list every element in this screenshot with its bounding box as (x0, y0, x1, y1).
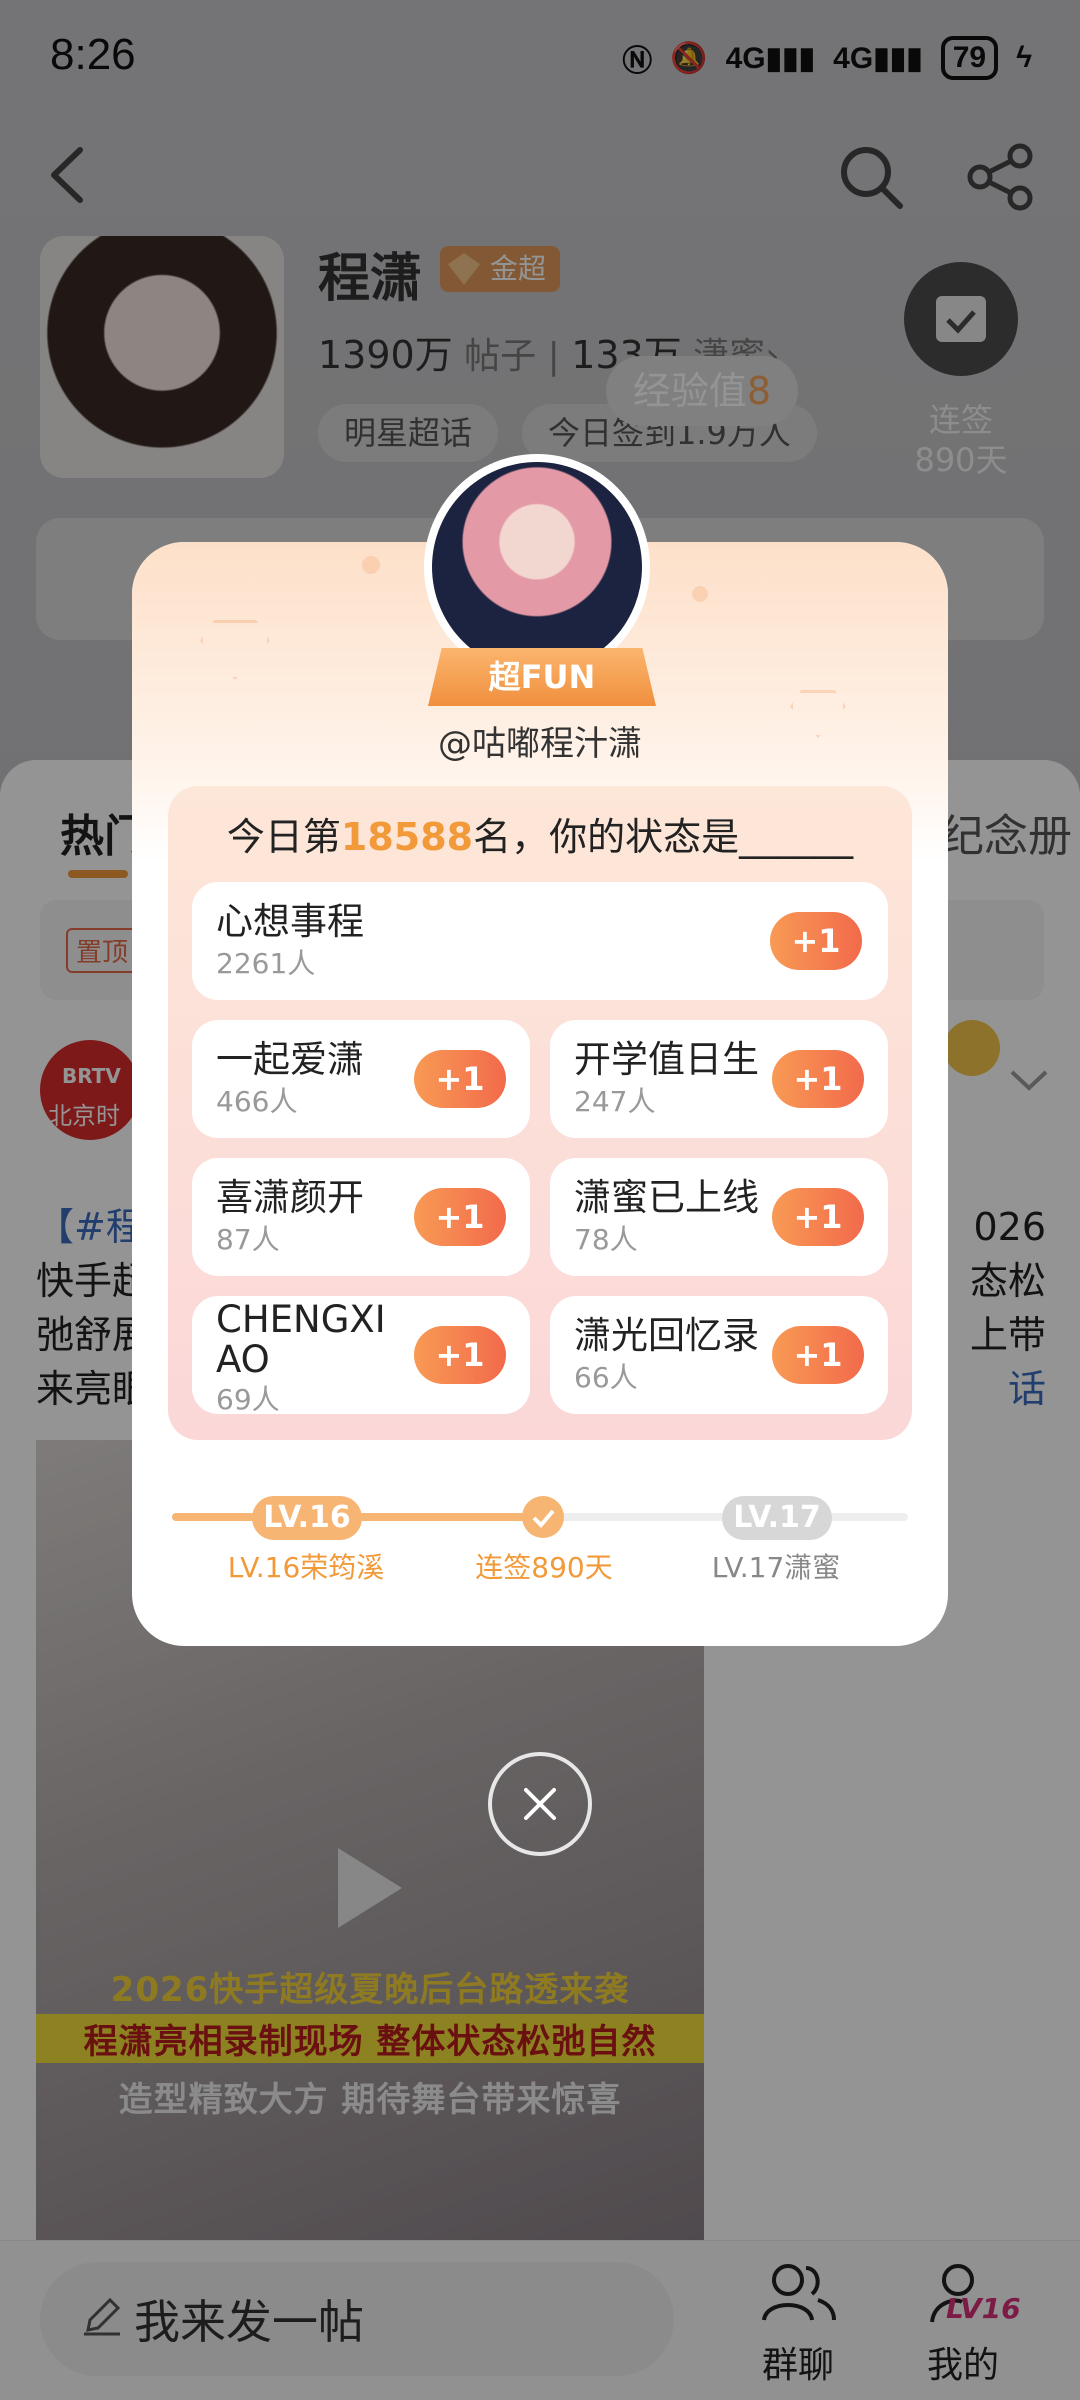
close-icon[interactable] (488, 1752, 592, 1856)
status-option[interactable]: 喜潇颜开 87人 +1 (192, 1158, 530, 1276)
next-level-pill: LV.17 (722, 1496, 832, 1540)
decoration-dot (362, 556, 380, 574)
plus-one-button[interactable]: +1 (414, 1050, 506, 1108)
plus-one-button[interactable]: +1 (772, 1050, 864, 1108)
plus-one-button[interactable]: +1 (772, 1326, 864, 1384)
user-handle: @咕嘟程汁潇 (438, 724, 642, 764)
check-icon (522, 1496, 564, 1538)
status-option[interactable]: 开学值日生 247人 +1 (550, 1020, 888, 1138)
status-option[interactable]: CHENGXI AO 69人 +1 (192, 1296, 530, 1416)
next-level-name: LV.17潇蜜 (711, 1551, 841, 1584)
status-option[interactable]: 潇光回忆录 66人 +1 (550, 1296, 888, 1414)
plus-one-button[interactable]: +1 (414, 1326, 506, 1384)
decoration-dot (692, 586, 708, 602)
status-option[interactable]: 心想事程 2261人 +1 (192, 882, 888, 1000)
plus-one-button[interactable]: +1 (770, 912, 862, 970)
status-prompt: 今日第18588名，你的状态是______ (226, 815, 854, 859)
status-option[interactable]: 一起爱潇 466人 +1 (192, 1020, 530, 1138)
plus-one-button[interactable]: +1 (414, 1188, 506, 1246)
modal-user-avatar (424, 454, 650, 680)
current-level-name: LV.16荣筠溪 (227, 1551, 385, 1584)
super-fun-ribbon: 超FUN (428, 648, 656, 706)
current-level-pill: LV.16 (252, 1496, 362, 1540)
plus-one-button[interactable]: +1 (772, 1188, 864, 1246)
status-option[interactable]: 潇蜜已上线 78人 +1 (550, 1158, 888, 1276)
streak-label: 连签890天 (475, 1551, 613, 1584)
